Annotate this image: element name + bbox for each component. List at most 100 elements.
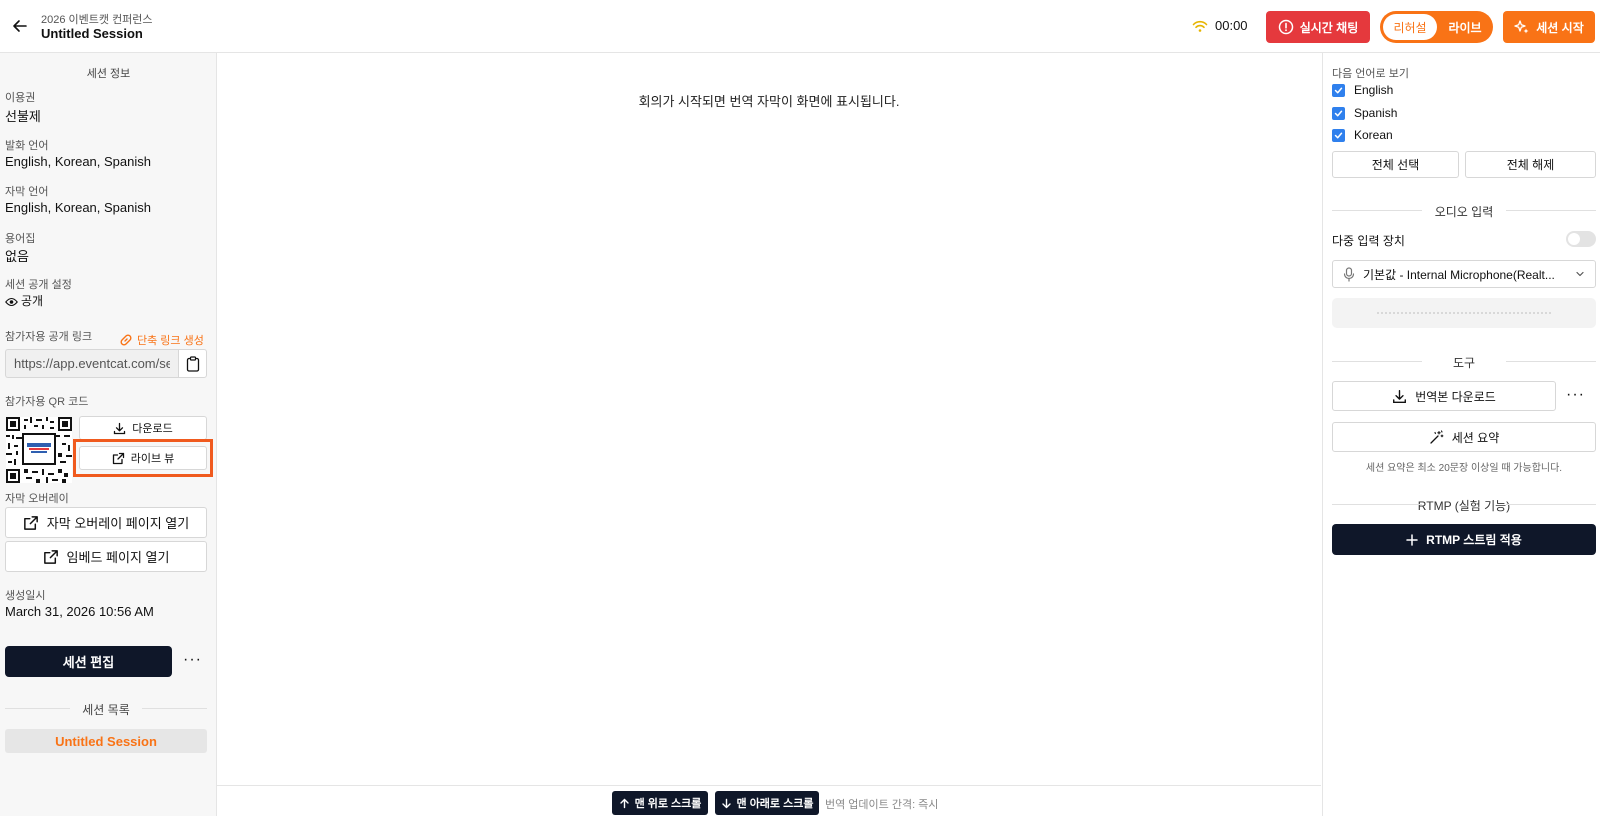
checkbox-checked-icon[interactable] <box>1332 83 1345 97</box>
live-chat-button[interactable]: 실시간 채팅 <box>1266 11 1370 43</box>
checkbox-checked-icon[interactable] <box>1332 106 1345 120</box>
audio-device-select[interactable]: 기본값 - Internal Microphone(Realt... <box>1332 260 1596 288</box>
live-view-label: 라이브 뷰 <box>130 453 175 465</box>
select-all-button[interactable]: 전체 선택 <box>1332 151 1459 178</box>
qr-code-image <box>6 417 72 483</box>
back-button[interactable] <box>10 16 30 36</box>
created-at-label: 생성일시 <box>5 590 46 602</box>
external-link-icon <box>43 549 58 564</box>
session-info-sidebar: 세션 정보 이용권 선불제 발화 언어 English, Korean, Spa… <box>0 53 217 816</box>
session-title: Untitled Session <box>41 26 143 41</box>
audio-input-title: 오디오 입력 <box>1332 203 1596 220</box>
live-chat-label: 실시간 채팅 <box>1299 20 1359 35</box>
language-option-label: Korean <box>1354 128 1393 142</box>
open-embed-page-label: 임베드 페이지 열기 <box>66 550 170 565</box>
deselect-all-button[interactable]: 전체 해제 <box>1465 151 1596 178</box>
apply-rtmp-stream-button[interactable]: RTMP 스트림 적용 <box>1332 524 1596 555</box>
arrow-up-icon <box>619 798 629 808</box>
plan-value: 선불제 <box>5 109 41 124</box>
chevron-down-icon <box>1576 271 1584 277</box>
update-interval-text: 번역 업데이트 간격: 즉시 <box>825 799 939 811</box>
language-option-korean[interactable]: Korean <box>1332 128 1393 142</box>
created-at-value: March 31, 2026 10:56 AM <box>5 604 154 619</box>
glossary-value: 없음 <box>5 249 29 264</box>
edit-session-button[interactable]: 세션 편집 <box>5 646 172 677</box>
start-session-label: 세션 시작 <box>1536 20 1584 35</box>
plan-label: 이용권 <box>5 92 36 104</box>
qr-download-button[interactable]: 다운로드 <box>79 416 207 440</box>
magic-wand-icon <box>1430 429 1444 444</box>
audio-level-meter <box>1332 298 1596 328</box>
download-translation-label: 번역본 다운로드 <box>1415 389 1496 404</box>
scroll-to-bottom-button[interactable]: 맨 아래로 스크롤 <box>715 791 819 815</box>
language-option-english[interactable]: English <box>1332 83 1393 97</box>
plus-icon <box>1406 533 1418 546</box>
session-list-title: 세션 목록 <box>5 701 207 718</box>
download-icon <box>1393 389 1407 403</box>
subtitle-language-value: English, Korean, Spanish <box>5 200 151 215</box>
copy-link-button[interactable] <box>178 349 207 378</box>
session-info-title: 세션 정보 <box>86 68 131 80</box>
clipboard-icon <box>186 355 199 372</box>
mode-toggle[interactable]: 리허설 라이브 <box>1380 11 1493 43</box>
external-link-icon <box>112 452 124 464</box>
rtmp-title: RTMP (실험 기능) <box>1332 497 1596 514</box>
audio-device-value: 기본값 - Internal Microphone(Realt... <box>1363 267 1555 282</box>
start-session-button[interactable]: 세션 시작 <box>1503 11 1595 43</box>
eye-icon <box>5 297 18 307</box>
download-translation-button[interactable]: 번역본 다운로드 <box>1332 381 1556 411</box>
visibility-text: 공개 <box>21 294 44 308</box>
speech-language-value: English, Korean, Spanish <box>5 154 151 169</box>
download-icon <box>114 422 126 434</box>
live-view-button[interactable]: 라이브 뷰 <box>79 446 207 470</box>
public-link-label: 참가자용 공개 링크 <box>5 331 93 343</box>
link-icon <box>120 334 132 346</box>
event-name: 2026 이벤트캣 컨퍼런스 <box>41 14 153 26</box>
visibility-label: 세션 공개 설정 <box>5 279 72 291</box>
microphone-icon <box>1343 266 1355 282</box>
session-summary-button[interactable]: 세션 요약 <box>1332 422 1596 452</box>
session-list-item[interactable]: Untitled Session <box>5 729 207 753</box>
header-bar: 2026 이벤트캣 컨퍼런스 Untitled Session 00:00 실시… <box>0 0 1600 53</box>
sparkle-icon <box>1514 20 1529 34</box>
subtitle-language-label: 자막 언어 <box>5 186 49 198</box>
glossary-label: 용어집 <box>5 233 36 245</box>
create-short-link-label: 단축 링크 생성 <box>137 335 204 347</box>
multi-input-label: 다중 입력 장치 <box>1332 234 1405 248</box>
mode-rehearsal-option[interactable]: 리허설 <box>1383 14 1437 40</box>
visibility-value: 공개 <box>5 292 43 309</box>
language-option-label: English <box>1354 83 1394 97</box>
qr-download-label: 다운로드 <box>132 423 173 435</box>
overlay-label: 자막 오버레이 <box>5 493 69 505</box>
session-more-button[interactable]: ··· <box>183 651 202 669</box>
external-link-icon <box>23 515 38 530</box>
arrow-left-icon <box>13 20 27 32</box>
tools-title: 도구 <box>1332 354 1596 371</box>
scroll-to-top-button[interactable]: 맨 위로 스크롤 <box>612 791 708 815</box>
language-option-label: Spanish <box>1354 106 1398 120</box>
view-language-label: 다음 언어로 보기 <box>1332 68 1409 80</box>
qr-code-label: 참가자용 QR 코드 <box>5 396 89 408</box>
session-summary-label: 세션 요약 <box>1451 430 1500 445</box>
apply-rtmp-stream-label: RTMP 스트림 적용 <box>1426 533 1522 547</box>
controls-sidebar: 다음 언어로 보기 English Spanish Korean 전체 선택 전… <box>1322 53 1600 816</box>
scroll-to-top-label: 맨 위로 스크롤 <box>634 798 702 810</box>
language-option-spanish[interactable]: Spanish <box>1332 106 1397 120</box>
open-overlay-page-label: 자막 오버레이 페이지 열기 <box>46 516 190 531</box>
checkbox-checked-icon[interactable] <box>1332 128 1345 142</box>
open-overlay-page-button[interactable]: 자막 오버레이 페이지 열기 <box>5 507 207 538</box>
session-timer: 00:00 <box>1215 18 1248 33</box>
speech-language-label: 발화 언어 <box>5 140 49 152</box>
tools-more-button[interactable]: ··· <box>1566 386 1585 404</box>
open-embed-page-button[interactable]: 임베드 페이지 열기 <box>5 541 207 572</box>
caption-placeholder-message: 회의가 시작되면 번역 자막이 화면에 표시됩니다. <box>638 94 900 109</box>
public-link-input[interactable] <box>5 349 178 378</box>
arrow-down-icon <box>721 798 731 808</box>
create-short-link-button[interactable]: 단축 링크 생성 <box>119 332 204 348</box>
alert-bubble-icon <box>1278 19 1293 35</box>
summary-requirement-note: 세션 요약은 최소 20문장 이상일 때 가능합니다. <box>1365 463 1563 474</box>
wifi-icon <box>1192 20 1208 32</box>
multi-input-toggle[interactable] <box>1566 231 1596 247</box>
mode-live-option[interactable]: 라이브 <box>1440 14 1490 40</box>
caption-bottom-bar: 맨 위로 스크롤 맨 아래로 스크롤 번역 업데이트 간격: 즉시 <box>217 785 1321 816</box>
